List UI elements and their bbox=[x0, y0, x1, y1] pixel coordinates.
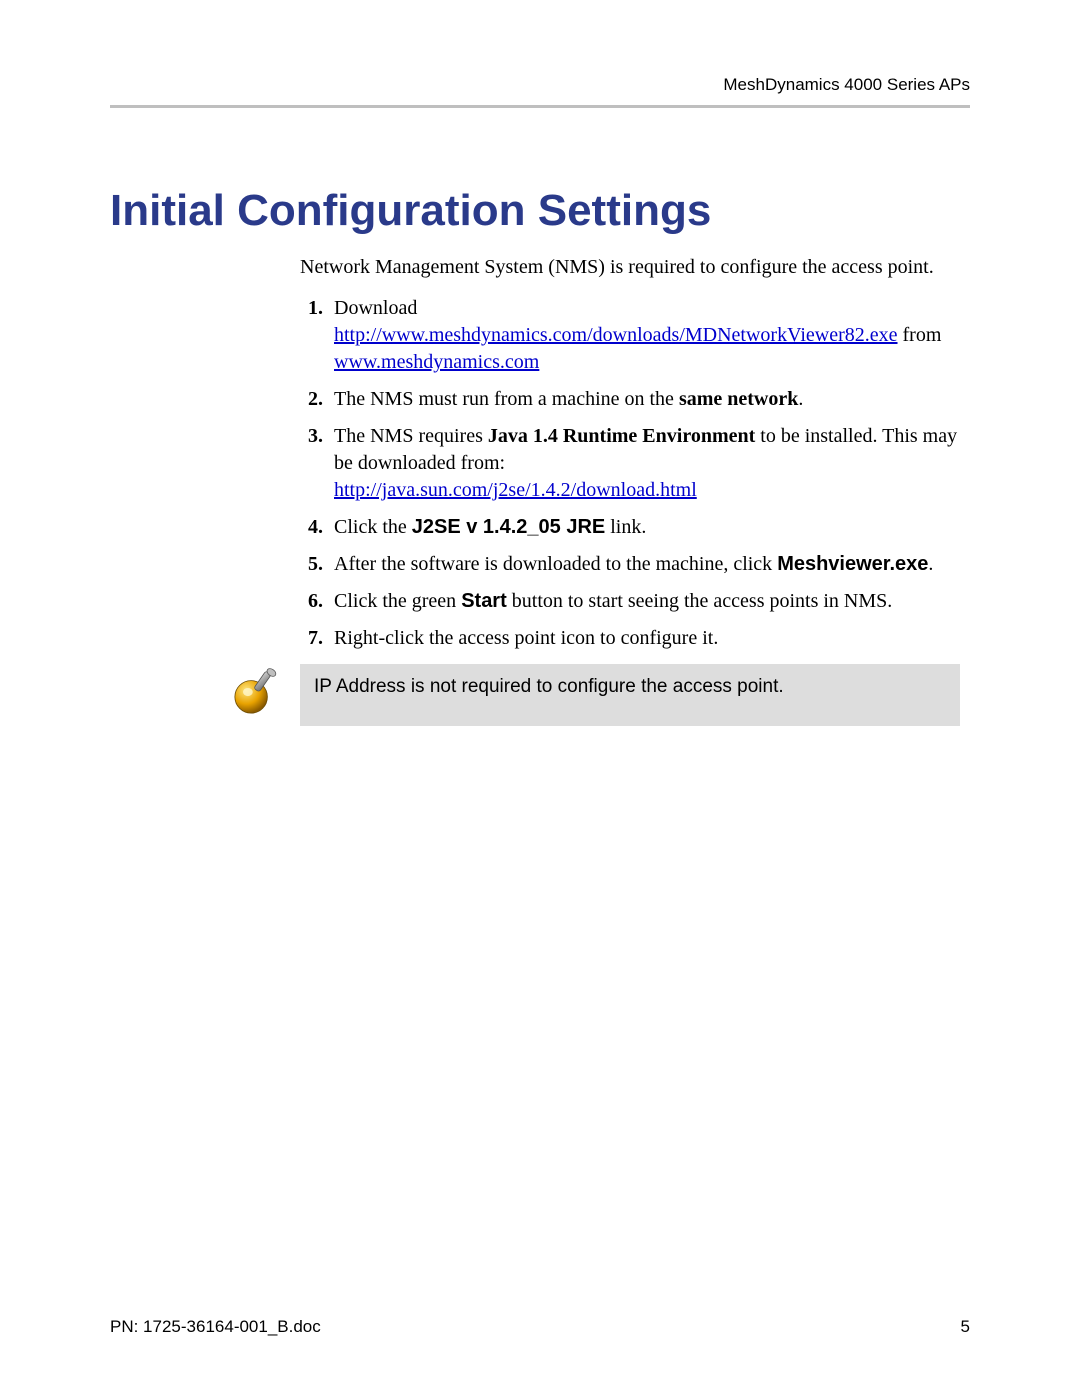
note-row: IP Address is not required to configure … bbox=[230, 664, 960, 726]
step-3-emph: Java 1.4 Runtime Environment bbox=[488, 425, 755, 447]
step-6: Click the green Start button to start se… bbox=[328, 588, 960, 615]
pushpin-icon bbox=[230, 666, 282, 718]
page-title: Initial Configuration Settings bbox=[110, 186, 970, 236]
step-2: The NMS must run from a machine on the s… bbox=[328, 386, 960, 413]
step-4-a: Click the bbox=[334, 516, 412, 538]
step-6-c: button to start seeing the access points… bbox=[512, 590, 893, 612]
step-7-text: Right-click the access point icon to con… bbox=[334, 627, 718, 649]
step-2-c: . bbox=[798, 388, 803, 410]
step-3-a: The NMS requires bbox=[334, 425, 488, 447]
step-5: After the software is downloaded to the … bbox=[328, 551, 960, 578]
java-download-link[interactable]: http://java.sun.com/j2se/1.4.2/download.… bbox=[334, 479, 697, 501]
meshdynamics-home-link[interactable]: www.meshdynamics.com bbox=[334, 351, 539, 373]
step-4-emph: J2SE v 1.4.2_05 JRE bbox=[412, 516, 605, 538]
steps-list: Download http://www.meshdynamics.com/dow… bbox=[300, 295, 960, 652]
step-1-mid: from bbox=[903, 324, 942, 346]
step-3: The NMS requires Java 1.4 Runtime Enviro… bbox=[328, 423, 960, 504]
intro-paragraph: Network Management System (NMS) is requi… bbox=[300, 254, 960, 281]
step-1-lead: Download bbox=[334, 297, 417, 319]
running-head: MeshDynamics 4000 Series APs bbox=[110, 75, 970, 95]
page: MeshDynamics 4000 Series APs Initial Con… bbox=[0, 0, 1080, 1397]
step-2-emph: same network bbox=[679, 388, 798, 410]
step-4: Click the J2SE v 1.4.2_05 JRE link. bbox=[328, 514, 960, 541]
footer-page-number: 5 bbox=[961, 1317, 970, 1337]
note-box: IP Address is not required to configure … bbox=[300, 664, 960, 726]
step-5-emph: Meshviewer.exe bbox=[777, 553, 928, 575]
step-7: Right-click the access point icon to con… bbox=[328, 625, 960, 652]
step-6-a: Click the green bbox=[334, 590, 461, 612]
step-6-emph: Start bbox=[461, 590, 507, 612]
header-rule bbox=[110, 105, 970, 108]
download-exe-link[interactable]: http://www.meshdynamics.com/downloads/MD… bbox=[334, 324, 898, 346]
step-2-a: The NMS must run from a machine on the bbox=[334, 388, 679, 410]
step-5-a: After the software is downloaded to the … bbox=[334, 553, 777, 575]
page-footer: PN: 1725-36164-001_B.doc 5 bbox=[110, 1317, 970, 1337]
note-text: IP Address is not required to configure … bbox=[314, 676, 784, 697]
step-5-c: . bbox=[928, 553, 933, 575]
step-1: Download http://www.meshdynamics.com/dow… bbox=[328, 295, 960, 376]
body-column: Network Management System (NMS) is requi… bbox=[300, 254, 960, 652]
footer-doc-id: PN: 1725-36164-001_B.doc bbox=[110, 1317, 321, 1337]
step-4-c: link. bbox=[610, 516, 646, 538]
